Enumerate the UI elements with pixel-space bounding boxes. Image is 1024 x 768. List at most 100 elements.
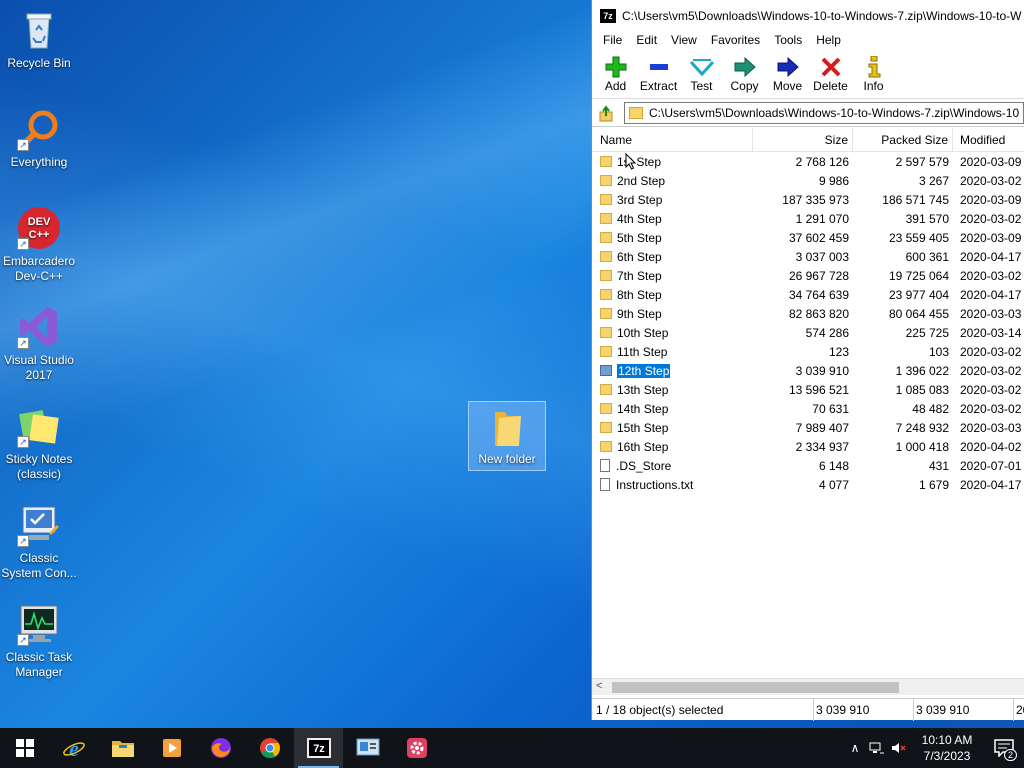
folder-icon xyxy=(600,156,612,167)
row-size: 4 077 xyxy=(818,477,849,492)
move-arrow-icon xyxy=(766,55,809,79)
column-header-size[interactable]: Size xyxy=(753,127,853,152)
desktop-icon-sticky-notes[interactable]: ↗ Sticky Notes (classic) xyxy=(0,404,78,482)
table-row[interactable]: 5th Step 37 602 459 23 559 405 2020-03-09 1 xyxy=(592,228,1024,247)
desktop-icon-everything[interactable]: ↗ Everything xyxy=(0,107,78,170)
action-center-button[interactable]: 2 xyxy=(984,728,1024,768)
horizontal-scrollbar[interactable]: < xyxy=(592,678,1024,695)
row-name: 3rd Step xyxy=(617,192,663,207)
table-row[interactable]: 11th Step 123 103 2020-03-02 1 xyxy=(592,342,1024,361)
row-size: 3 037 003 xyxy=(795,249,849,264)
menu-help[interactable]: Help xyxy=(809,31,848,51)
row-name-cell: 13th Step xyxy=(592,383,753,397)
menu-file[interactable]: File xyxy=(596,31,629,51)
desktop-icon-label: Classic Task Manager xyxy=(5,650,73,679)
address-bar: C:\Users\vm5\Downloads\Windows-10-to-Win… xyxy=(592,99,1024,127)
row-packed-size: 3 267 xyxy=(918,173,949,188)
row-packed-size: 103 xyxy=(928,344,949,359)
table-row[interactable]: 12th Step 3 039 910 1 396 022 2020-03-02 1 xyxy=(592,361,1024,380)
menu-favorites[interactable]: Favorites xyxy=(704,31,767,51)
table-row[interactable]: .DS_Store 6 148 431 2020-07-01 1 xyxy=(592,456,1024,475)
windows-logo-icon xyxy=(15,739,34,757)
row-name-cell: 9th Step xyxy=(592,307,753,321)
desktop-icon-devcpp[interactable]: DEV C++ ↗ Embarcadero Dev-C++ xyxy=(0,206,78,284)
start-button[interactable] xyxy=(0,728,49,768)
file-explorer-icon xyxy=(111,741,134,757)
shortcut-arrow-icon: ↗ xyxy=(17,436,29,448)
taskbar-settings-app[interactable] xyxy=(392,728,441,768)
row-name: 15th Step xyxy=(617,420,669,435)
table-row[interactable]: 9th Step 82 863 820 80 064 455 2020-03-03 0 xyxy=(592,304,1024,323)
scrollbar-thumb[interactable] xyxy=(612,682,899,693)
network-icon[interactable] xyxy=(866,741,888,755)
copy-button[interactable]: Copy xyxy=(723,51,766,98)
row-name: 12th Step xyxy=(615,362,672,379)
table-row[interactable]: 16th Step 2 334 937 1 000 418 2020-04-02 0 xyxy=(592,437,1024,456)
column-header-name[interactable]: Name xyxy=(592,127,753,152)
volume-muted-icon[interactable] xyxy=(888,741,910,755)
table-row[interactable]: 7th Step 26 967 728 19 725 064 2020-03-02 1 xyxy=(592,266,1024,285)
taskbar-firefox[interactable] xyxy=(196,728,245,768)
row-name-cell: 7th Step xyxy=(592,269,753,283)
table-row[interactable]: 10th Step 574 286 225 725 2020-03-14 1 xyxy=(592,323,1024,342)
magnifier-icon: ↗ xyxy=(17,107,61,151)
table-row[interactable]: Instructions.txt 4 077 1 679 2020-04-17 0 xyxy=(592,475,1024,494)
row-packed-size: 80 064 455 xyxy=(888,306,949,321)
desktop-icon-visual-studio[interactable]: ↗ Visual Studio 2017 xyxy=(0,305,78,383)
row-name-cell: 1st Step xyxy=(592,155,753,169)
table-row[interactable]: 6th Step 3 037 003 600 361 2020-04-17 0 xyxy=(592,247,1024,266)
menu-edit[interactable]: Edit xyxy=(629,31,664,51)
show-hidden-icons-chevron-icon[interactable]: ∧ xyxy=(844,741,866,755)
add-button[interactable]: Add xyxy=(594,51,637,98)
taskbar-internet-explorer[interactable]: e xyxy=(49,728,98,768)
up-folder-button[interactable] xyxy=(596,102,618,124)
address-input[interactable]: C:\Users\vm5\Downloads\Windows-10-to-Win… xyxy=(624,101,1024,124)
row-size: 2 768 126 xyxy=(795,154,849,169)
row-modified: 2020-04-17 0 xyxy=(960,249,1024,264)
row-size: 574 286 xyxy=(805,325,849,340)
table-row[interactable]: 3rd Step 187 335 973 186 571 745 2020-03-09… xyxy=(592,190,1024,209)
taskbar: e 7z ∧ 10:10 AM 7/3/2023 2 xyxy=(0,728,1024,768)
7zip-window[interactable]: 7z C:\Users\vm5\Downloads\Windows-10-to-… xyxy=(591,0,1024,721)
folder-icon xyxy=(600,175,612,186)
row-packed-size: 2 597 579 xyxy=(895,154,949,169)
taskbar-control-panel[interactable] xyxy=(343,728,392,768)
taskbar-chrome[interactable] xyxy=(245,728,294,768)
table-row[interactable]: 2nd Step 9 986 3 267 2020-03-02 1 xyxy=(592,171,1024,190)
row-name: 7th Step xyxy=(617,268,662,283)
table-row[interactable]: 15th Step 7 989 407 7 248 932 2020-03-03 0 xyxy=(592,418,1024,437)
taskbar-media-player[interactable] xyxy=(147,728,196,768)
menu-tools[interactable]: Tools xyxy=(767,31,809,51)
copy-arrow-icon xyxy=(723,55,766,79)
extract-button[interactable]: Extract xyxy=(637,51,680,98)
desktop-icon-label: Visual Studio 2017 xyxy=(4,353,74,382)
mouse-cursor-icon xyxy=(625,153,637,170)
row-name: 13th Step xyxy=(617,382,669,397)
table-row[interactable]: 4th Step 1 291 070 391 570 2020-03-02 1 xyxy=(592,209,1024,228)
desktop-icon-recycle-bin[interactable]: Recycle Bin xyxy=(0,8,78,71)
move-button[interactable]: Move xyxy=(766,51,809,98)
test-button[interactable]: Test xyxy=(680,51,723,98)
title-bar[interactable]: 7z C:\Users\vm5\Downloads\Windows-10-to-… xyxy=(592,0,1024,31)
desktop-icon-new-folder[interactable]: New folder xyxy=(468,401,546,471)
delete-button[interactable]: Delete xyxy=(809,51,852,98)
taskbar-7zip[interactable]: 7z xyxy=(294,728,343,768)
desktop-icon-classic-task-manager[interactable]: ↗ Classic Task Manager xyxy=(0,602,78,680)
column-header-modified[interactable]: Modified xyxy=(953,128,1024,152)
row-name: 6th Step xyxy=(617,249,662,264)
menu-view[interactable]: View xyxy=(664,31,704,51)
table-row[interactable]: 13th Step 13 596 521 1 085 083 2020-03-02 1 xyxy=(592,380,1024,399)
table-row[interactable]: 14th Step 70 631 48 482 2020-03-02 1 xyxy=(592,399,1024,418)
taskbar-file-explorer[interactable] xyxy=(98,728,147,768)
table-row[interactable]: 8th Step 34 764 639 23 977 404 2020-04-17 0 xyxy=(592,285,1024,304)
desktop-icon-classic-system-control[interactable]: ↗ Classic System Con... xyxy=(0,503,78,581)
folder-icon xyxy=(600,232,612,243)
info-button[interactable]: Info xyxy=(852,51,895,98)
column-header-packed-size[interactable]: Packed Size xyxy=(853,127,953,152)
row-packed-size: 600 361 xyxy=(905,249,949,264)
scroll-left-icon[interactable]: < xyxy=(596,680,602,692)
row-name: 4th Step xyxy=(617,211,662,226)
table-row[interactable]: 1st Step 2 768 126 2 597 579 2020-03-09 0 xyxy=(592,152,1024,171)
file-list[interactable]: Name Size Packed Size Modified 1st Step 2… xyxy=(592,127,1024,678)
clock[interactable]: 10:10 AM 7/3/2023 xyxy=(910,732,984,764)
